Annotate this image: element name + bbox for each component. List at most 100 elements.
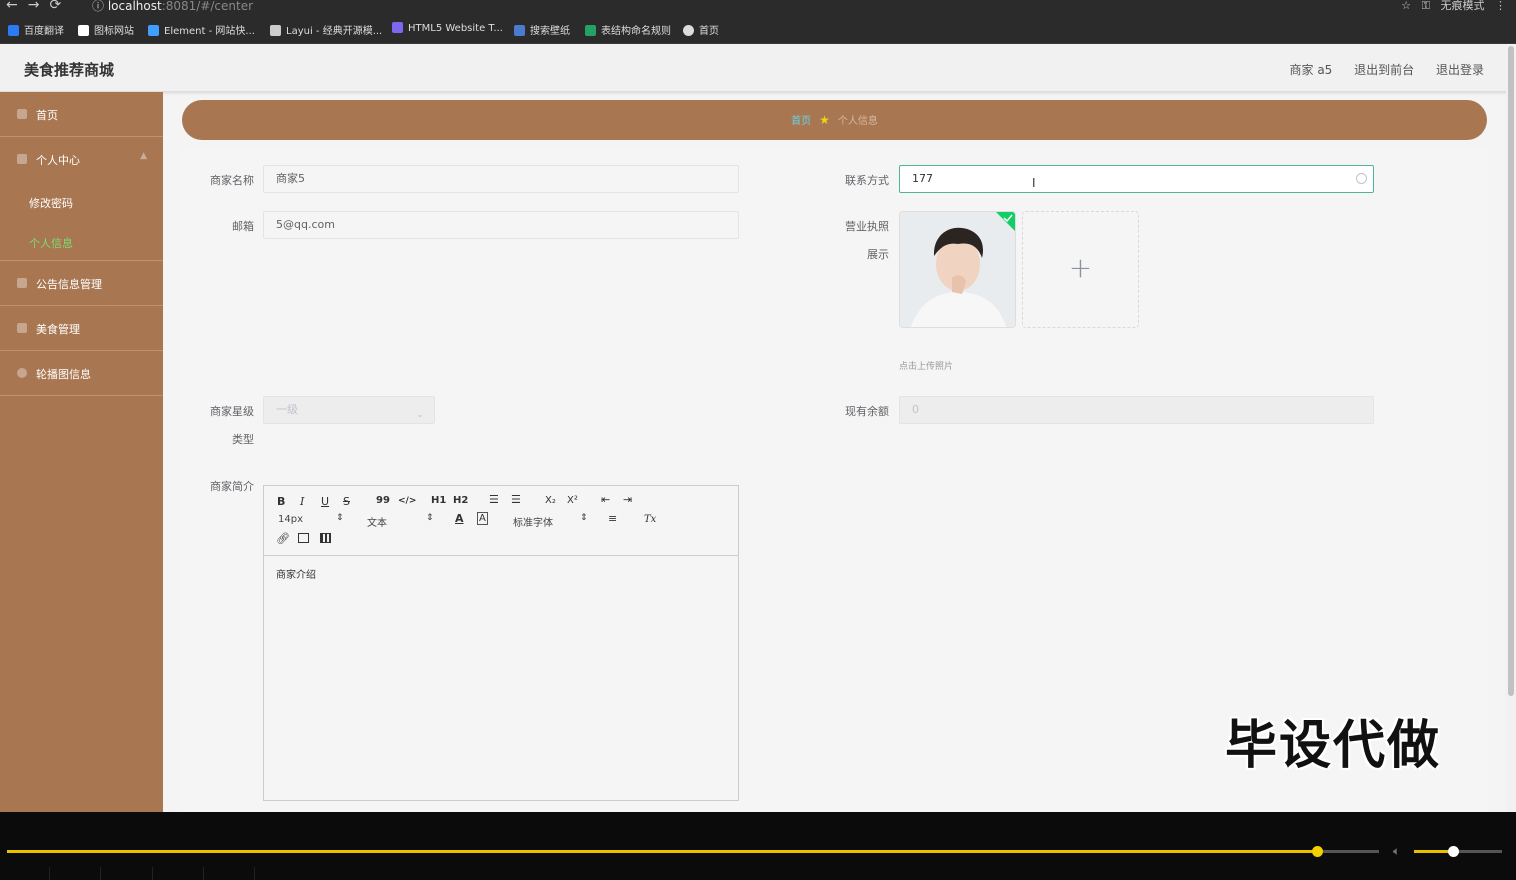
shop-name-label: 商家名称 <box>210 174 254 187</box>
clear-format-button[interactable]: Tx <box>644 514 656 525</box>
sidebar-item-notice[interactable]: 公告信息管理 <box>0 261 163 306</box>
align-icon[interactable]: ≡ <box>608 512 617 525</box>
bookmark-label: 搜索壁纸 <box>530 26 570 37</box>
volume-icon[interactable]: 🔈︎ <box>1393 844 1400 859</box>
font-color-icon[interactable]: A <box>455 512 464 525</box>
url-host: localhost <box>107 0 162 13</box>
logout-link[interactable]: 退出登录 <box>1436 63 1484 77</box>
app-window: 美食推荐商城 商家 a5 退出到前台 退出登录 首页 个人中心 ▲ 修改密码 个… <box>0 44 1516 812</box>
volume-handle[interactable] <box>1447 846 1459 857</box>
sidebar-item-label: 个人中心 <box>36 154 80 167</box>
italic-button[interactable]: I <box>300 495 304 508</box>
h1-button[interactable]: H1 <box>431 495 446 506</box>
updown-icon: ⇕ <box>336 513 344 523</box>
shop-name-input[interactable]: 商家5 <box>263 165 739 193</box>
font-family-select[interactable]: 标准字体 <box>513 514 553 529</box>
bookmark-item[interactable]: Element - 网站快... <box>148 22 255 37</box>
bookmark-label: 图标网站 <box>94 26 134 37</box>
list-icon <box>17 323 27 333</box>
browser-nav-icons[interactable]: ←→⟳ <box>6 0 71 13</box>
level-label-line2: 类型 <box>232 433 254 446</box>
indent-icon[interactable]: ⇥ <box>623 493 632 506</box>
image-icon <box>17 368 27 378</box>
chevron-up-icon: ▲ <box>140 151 147 161</box>
rich-text-editor[interactable]: B I U S 99 </> H1 H2 ☰ ☰ X₂ X² ⇤ ⇥ 14px … <box>263 485 739 801</box>
seek-played <box>7 850 1318 853</box>
superscript-button[interactable]: X² <box>567 495 578 506</box>
home-icon <box>17 109 27 119</box>
license-label: 营业执照 <box>845 220 889 233</box>
ordered-list-icon[interactable]: ☰ <box>489 493 499 506</box>
sidebar-item-food[interactable]: 美食管理 <box>0 306 163 351</box>
license-photo[interactable] <box>899 211 1016 328</box>
browser-right-controls[interactable]: ☆ ⚿ 无痕模式 ⋮ <box>1401 0 1506 13</box>
sidebar-sub-personal-info[interactable]: 个人信息 <box>29 235 73 251</box>
bookmark-item[interactable]: 百度翻译 <box>8 22 64 37</box>
bookmark-item[interactable]: 表结构命名规则 <box>585 22 671 37</box>
balance-input: 0 <box>899 396 1374 424</box>
video-player-bar: 🔈︎ <box>0 812 1516 880</box>
bookmark-label: Layui - 经典开源模... <box>286 26 383 37</box>
user-icon <box>17 154 27 164</box>
email-input[interactable]: 5@qq.com <box>263 211 739 239</box>
bookmark-icon <box>683 25 694 36</box>
bookmark-item[interactable]: 图标网站 <box>78 22 134 37</box>
sidebar-sub-change-password[interactable]: 修改密码 <box>29 195 73 211</box>
editor-toolbar: B I U S 99 </> H1 H2 ☰ ☰ X₂ X² ⇤ ⇥ 14px … <box>264 486 738 556</box>
sidebar-item-label: 公告信息管理 <box>36 278 102 291</box>
volume-level <box>1414 850 1453 853</box>
seek-track[interactable] <box>7 846 1379 857</box>
outdent-icon[interactable]: ⇤ <box>601 493 610 506</box>
font-size-select[interactable]: 14px <box>278 514 303 525</box>
sidebar-item-carousel[interactable]: 轮播图信息 <box>0 351 163 396</box>
scrollbar-thumb[interactable] <box>1508 46 1514 696</box>
sidebar-item-label: 美食管理 <box>36 323 80 336</box>
bookmark-item[interactable]: 首页 <box>683 22 719 37</box>
underline-button[interactable]: U <box>321 495 329 508</box>
blockquote-button[interactable]: 99 <box>376 495 390 506</box>
brand-title: 美食推荐商城 <box>24 61 115 79</box>
browser-title-bar: ←→⟳ ⓘ localhost:8081/#/center ☆ ⚿ 无痕模式 ⋮ <box>0 0 1516 14</box>
chevron-down-icon: ⌄ <box>416 410 424 420</box>
contact-label: 联系方式 <box>845 174 889 187</box>
bookmarks-bar: 百度翻译 图标网站 Element - 网站快... Layui - 经典开源模… <box>0 14 1516 44</box>
breadcrumb-home[interactable]: 首页 <box>791 116 811 127</box>
bookmark-item[interactable]: Layui - 经典开源模... <box>270 22 382 37</box>
updown-icon: ⇕ <box>426 513 434 523</box>
bullet-list-icon[interactable]: ☰ <box>511 493 521 506</box>
clear-icon[interactable] <box>1356 173 1367 184</box>
upload-add-button[interactable]: + <box>1022 211 1139 328</box>
editor-content[interactable]: 商家介绍 <box>276 566 316 581</box>
updown-icon: ⇕ <box>580 513 588 523</box>
bold-button[interactable]: B <box>277 495 285 508</box>
strike-button[interactable]: S <box>343 495 350 508</box>
level-value: 一级 <box>276 403 298 416</box>
exit-to-front-link[interactable]: 退出到前台 <box>1354 63 1414 77</box>
background-color-icon[interactable]: A <box>477 512 488 525</box>
address-bar[interactable]: ⓘ localhost:8081/#/center <box>92 0 253 14</box>
video-icon[interactable] <box>320 533 331 543</box>
star-icon: ★ <box>819 113 830 127</box>
bookmark-label: 首页 <box>699 26 719 37</box>
bookmark-label: 百度翻译 <box>24 26 64 37</box>
sidebar-item-personal-center[interactable]: 个人中心 ▲ 修改密码 个人信息 <box>0 137 163 261</box>
h2-button[interactable]: H2 <box>453 495 468 506</box>
volume-track[interactable] <box>1414 846 1502 857</box>
bookmark-icon <box>8 25 19 36</box>
text-cursor-icon: I <box>1032 176 1036 190</box>
bookmark-item[interactable]: 搜索壁纸 <box>514 22 570 37</box>
subscript-button[interactable]: X₂ <box>545 495 556 506</box>
intro-label: 商家简介 <box>210 480 254 493</box>
code-button[interactable]: </> <box>398 496 416 506</box>
text-type-select[interactable]: 文本 <box>367 514 387 529</box>
link-icon[interactable]: 🔗︎ <box>276 532 290 545</box>
bookmark-item[interactable]: HTML5 Website T... <box>392 22 503 34</box>
top-header: 美食推荐商城 商家 a5 退出到前台 退出登录 <box>0 44 1516 92</box>
page-scrollbar[interactable] <box>1506 44 1516 812</box>
sidebar-item-home[interactable]: 首页 <box>0 92 163 137</box>
bookmark-icon <box>270 25 281 36</box>
bookmark-label: Element - 网站快... <box>164 26 255 37</box>
image-icon[interactable] <box>298 533 309 543</box>
seek-handle[interactable] <box>1312 846 1324 857</box>
contact-input[interactable]: 177 <box>899 165 1374 193</box>
